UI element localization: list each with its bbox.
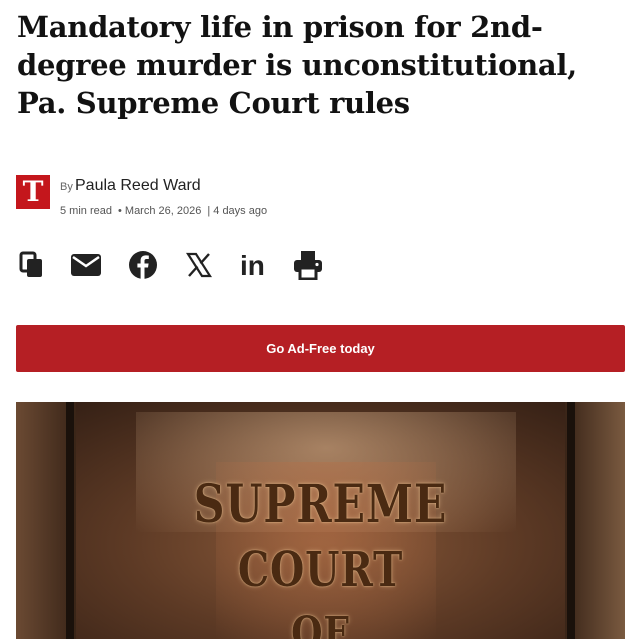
linkedin-text: in	[240, 251, 265, 279]
sign-line-2: COURT	[237, 542, 404, 598]
relative-time: 4 days ago	[213, 205, 268, 217]
byline: T By Paula Reed Ward 5 min read • March 2…	[16, 175, 416, 217]
read-time: 5 min read	[60, 205, 112, 217]
hero-image: SUPREME COURT OF	[16, 402, 625, 639]
share-toolbar: in	[16, 248, 336, 282]
print-icon	[294, 251, 322, 280]
x-share-button[interactable]	[183, 248, 215, 282]
publish-date: March 26, 2026	[124, 205, 202, 217]
publisher-logo[interactable]: T	[16, 175, 50, 209]
copy-icon	[19, 251, 42, 277]
author-name[interactable]: Paula Reed Ward	[75, 177, 201, 195]
copy-link-button[interactable]	[16, 248, 48, 282]
linkedin-share-button[interactable]: in	[238, 248, 270, 282]
linkedin-icon: in	[240, 251, 265, 279]
x-icon	[186, 252, 212, 278]
meta-bullet: •	[118, 205, 122, 217]
print-button[interactable]	[292, 248, 324, 282]
email-icon	[71, 254, 101, 276]
by-prefix: By	[60, 181, 73, 193]
facebook-icon	[129, 251, 157, 279]
meta-separator: |	[207, 205, 211, 217]
go-ad-free-button[interactable]: Go Ad-Free today	[16, 325, 625, 372]
email-share-button[interactable]	[70, 248, 102, 282]
sign-line-3: OF	[291, 608, 350, 639]
sign-line-1: SUPREME	[193, 474, 448, 535]
article-meta: 5 min read • March 26, 2026 | 4 days ago	[60, 205, 267, 217]
facebook-share-button[interactable]	[127, 248, 159, 282]
article-headline: Mandatory life in prison for 2nd-degree …	[17, 10, 577, 120]
